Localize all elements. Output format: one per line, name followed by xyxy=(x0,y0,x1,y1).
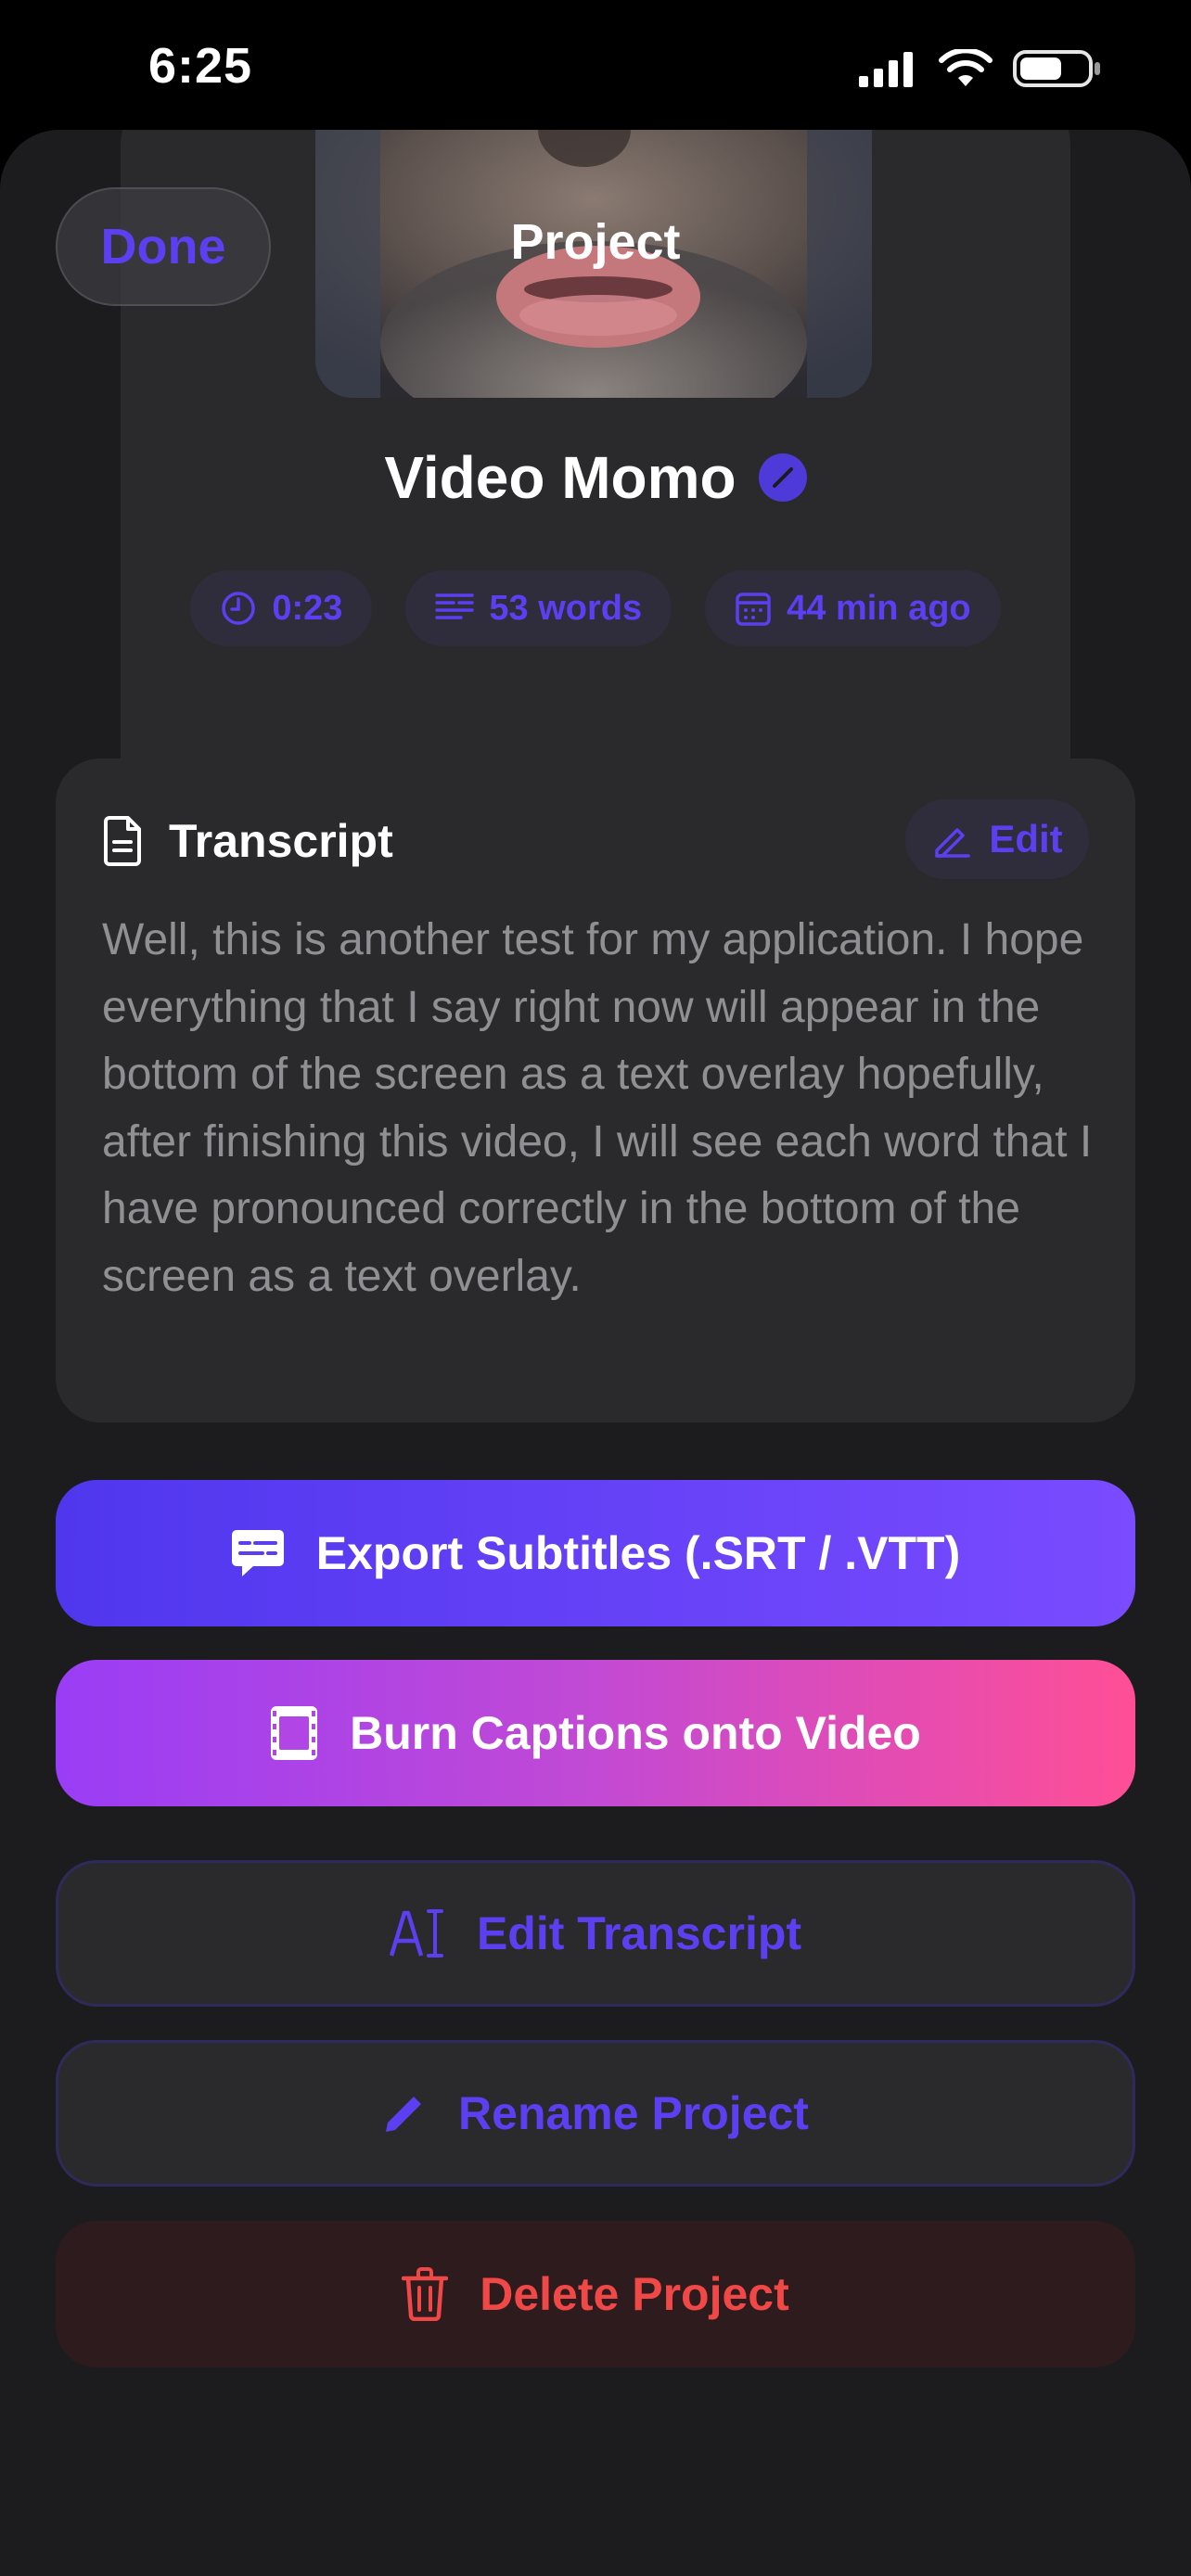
rename-pencil-icon[interactable] xyxy=(758,453,807,502)
edit-transcript-label: Edit Transcript xyxy=(476,1907,802,1959)
created-badge: 44 min ago xyxy=(705,570,1001,646)
export-subtitles-label: Export Subtitles (.SRT / .VTT) xyxy=(315,1527,961,1579)
text-lines-icon xyxy=(435,593,475,619)
edit-transcript-button[interactable]: Edit Transcript xyxy=(56,1860,1135,2007)
project-meta: 0:23 53 words 44 min ago xyxy=(0,570,1191,646)
document-icon xyxy=(104,816,141,866)
transcript-header: Transcript xyxy=(102,814,393,868)
word-count-badge: 53 words xyxy=(405,570,672,646)
film-icon xyxy=(271,1706,318,1760)
project-name: Video Momo xyxy=(384,444,736,511)
project-sheet: Done Project Video Momo 0:23 53 words 44… xyxy=(0,130,1191,2576)
word-count-value: 53 words xyxy=(489,588,643,628)
calendar-icon xyxy=(736,593,771,626)
nav-title: Project xyxy=(510,214,681,270)
delete-project-label: Delete Project xyxy=(480,2268,789,2320)
wifi-icon xyxy=(939,49,992,86)
transcript-text: Well, this is another test for my applic… xyxy=(102,915,1093,1301)
transcript-edit-label: Edit xyxy=(989,817,1063,861)
pencil-icon xyxy=(935,828,971,858)
duration-badge: 0:23 xyxy=(190,570,373,646)
trash-icon xyxy=(402,2267,449,2321)
cellular-signal-icon xyxy=(859,52,913,87)
transcript-edit-button[interactable]: Edit xyxy=(905,799,1089,879)
transcript-title: Transcript xyxy=(169,815,393,867)
created-value: 44 min ago xyxy=(787,588,971,628)
burn-captions-button[interactable]: Burn Captions onto Video xyxy=(56,1660,1135,1806)
status-time: 6:25 xyxy=(148,38,253,94)
duration-value: 0:23 xyxy=(272,588,343,628)
subtitles-icon xyxy=(231,1530,284,1576)
transcript-card: Transcript Edit Well, this is another te… xyxy=(56,759,1135,1422)
rename-project-button[interactable]: Rename Project xyxy=(56,2040,1135,2187)
delete-project-button[interactable]: Delete Project xyxy=(56,2221,1135,2367)
status-bar: 6:25 xyxy=(0,0,1191,130)
rename-project-label: Rename Project xyxy=(458,2087,809,2139)
pencil-icon xyxy=(386,2097,422,2132)
battery-icon xyxy=(1013,50,1100,87)
project-title-row: Video Momo xyxy=(0,443,1191,512)
status-icons xyxy=(859,48,1102,89)
export-subtitles-button[interactable]: Export Subtitles (.SRT / .VTT) xyxy=(56,1480,1135,1626)
clock-icon xyxy=(222,592,256,625)
burn-captions-label: Burn Captions onto Video xyxy=(350,1707,921,1759)
text-cursor-icon xyxy=(389,1909,443,1958)
